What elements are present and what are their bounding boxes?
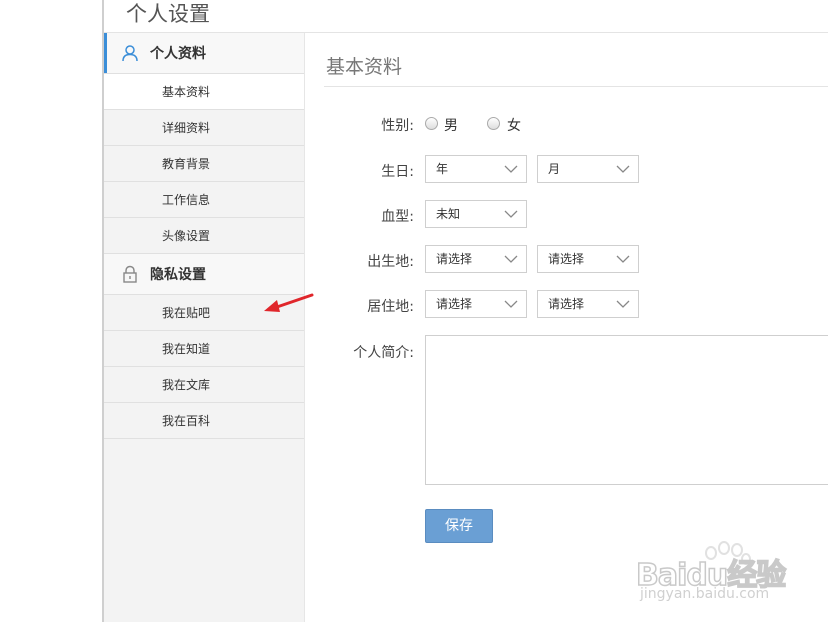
content-divider	[324, 86, 828, 87]
select-value: 年	[436, 162, 449, 176]
gender-label: 性别:	[381, 118, 414, 134]
select-value: 请选择	[436, 252, 473, 266]
select-value: 请选择	[548, 252, 585, 266]
birthday-year-select[interactable]: 年	[425, 155, 527, 183]
residence-province-select[interactable]: 请选择	[425, 290, 527, 318]
sidebar-item-education[interactable]: 教育背景	[104, 146, 304, 182]
residence-label: 居住地:	[367, 299, 414, 315]
annotation-arrow-icon	[264, 293, 314, 312]
chevron-down-icon	[616, 165, 630, 173]
bio-textarea[interactable]	[425, 335, 828, 485]
gender-male-label: 男	[444, 118, 458, 134]
sidebar-item-wenku[interactable]: 我在文库	[104, 367, 304, 403]
gender-female-label: 女	[507, 118, 521, 134]
select-value: 月	[548, 162, 561, 176]
chevron-down-icon	[504, 255, 518, 263]
birthplace-province-select[interactable]: 请选择	[425, 245, 527, 273]
page-title: 个人设置	[126, 2, 210, 26]
sidebar-section-profile[interactable]: 个人资料	[104, 33, 304, 74]
sidebar-item-avatar[interactable]: 头像设置	[104, 218, 304, 254]
sidebar: 个人资料 基本资料 详细资料 教育背景 工作信息 头像设置 隐私设置 我在贴吧 …	[104, 33, 305, 622]
chevron-down-icon	[504, 300, 518, 308]
lock-icon	[123, 265, 137, 283]
chevron-down-icon	[504, 165, 518, 173]
select-value: 请选择	[436, 297, 473, 311]
gender-female-radio[interactable]	[487, 117, 500, 130]
chevron-down-icon	[616, 300, 630, 308]
blood-type-select[interactable]: 未知	[425, 200, 527, 228]
birthplace-city-select[interactable]: 请选择	[537, 245, 639, 273]
sidebar-section-label: 隐私设置	[150, 267, 206, 283]
sidebar-section-privacy[interactable]: 隐私设置	[104, 254, 304, 295]
birthday-month-select[interactable]: 月	[537, 155, 639, 183]
sidebar-item-work[interactable]: 工作信息	[104, 182, 304, 218]
content-title: 基本资料	[326, 56, 403, 78]
sidebar-section-label: 个人资料	[150, 46, 206, 62]
user-icon	[122, 45, 138, 62]
birthplace-label: 出生地:	[367, 254, 414, 270]
sidebar-item-detailed-info[interactable]: 详细资料	[104, 110, 304, 146]
select-value: 请选择	[548, 297, 585, 311]
watermark-url: jingyan.baidu.com	[640, 586, 770, 602]
sidebar-item-baike[interactable]: 我在百科	[104, 403, 304, 439]
residence-city-select[interactable]: 请选择	[537, 290, 639, 318]
save-button[interactable]: 保存	[425, 509, 493, 543]
chevron-down-icon	[616, 255, 630, 263]
bio-label: 个人简介:	[353, 345, 414, 361]
blood-type-label: 血型:	[381, 209, 414, 225]
select-value: 未知	[436, 207, 461, 221]
birthday-label: 生日:	[381, 164, 414, 180]
sidebar-item-basic-info[interactable]: 基本资料	[104, 74, 304, 110]
sidebar-item-zhidao[interactable]: 我在知道	[104, 331, 304, 367]
chevron-down-icon	[504, 210, 518, 218]
gender-male-radio[interactable]	[425, 117, 438, 130]
